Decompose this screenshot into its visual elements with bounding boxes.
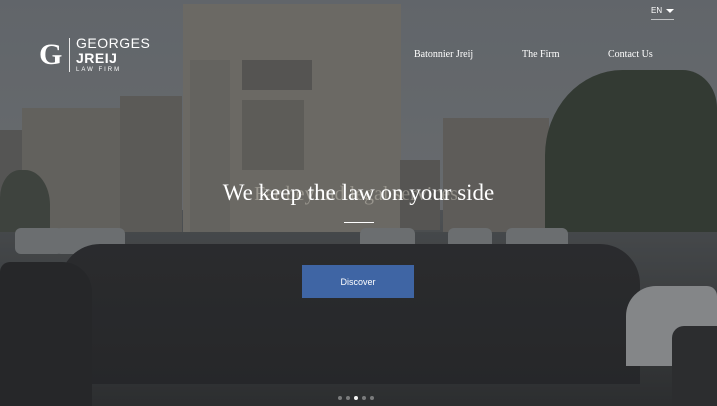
- logo-line-3: LAW FIRM: [76, 67, 122, 73]
- nav-item-batonnier[interactable]: Batonnier Jreij: [414, 49, 473, 60]
- discover-button[interactable]: Discover: [302, 265, 414, 298]
- caret-down-icon: [666, 8, 675, 13]
- slider-dot[interactable]: [370, 396, 374, 400]
- slider-dot[interactable]: [362, 396, 366, 400]
- language-label: EN: [651, 6, 663, 15]
- nav-item-contact-us[interactable]: Contact Us: [608, 49, 653, 60]
- nav-item-the-firm[interactable]: The Firm: [522, 49, 560, 60]
- language-selector[interactable]: EN: [651, 6, 675, 15]
- main-nav: Batonnier Jreij The Firm Contact Us: [0, 49, 717, 63]
- hero-banner: G GEORGES JREIJ LAW FIRM EN Batonnier Jr…: [0, 0, 717, 406]
- logo-line-1: GEORGES: [76, 35, 151, 51]
- hero-headline: We keep the law on your side: [222, 180, 495, 205]
- language-underline: [651, 19, 674, 20]
- slider-dot-active[interactable]: [354, 396, 358, 400]
- slider-pagination: [338, 396, 374, 400]
- slider-dot[interactable]: [346, 396, 350, 400]
- slider-dot[interactable]: [338, 396, 342, 400]
- headline-divider: [344, 222, 374, 223]
